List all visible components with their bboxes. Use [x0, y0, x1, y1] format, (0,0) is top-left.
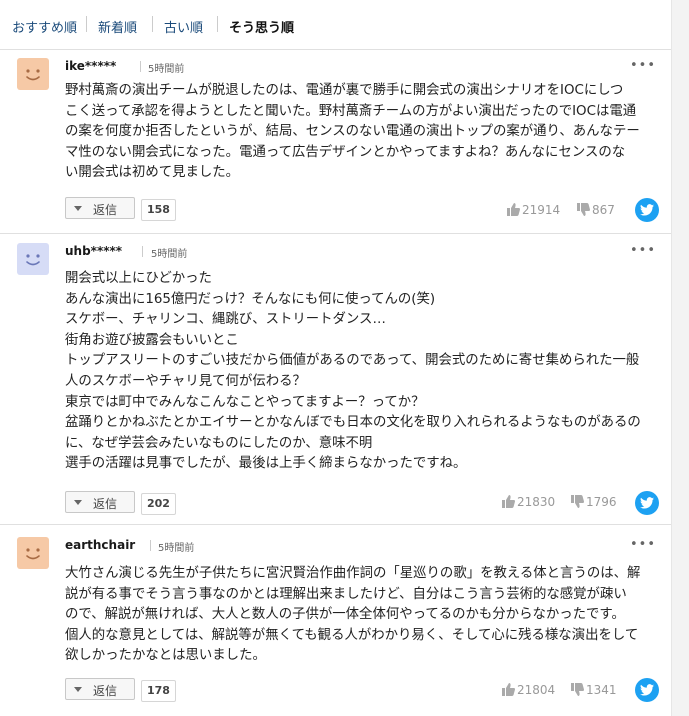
comment-line: い開会式は初めて見ました。: [65, 165, 240, 181]
reply-count: 158: [141, 199, 176, 221]
comment-item: uhb***** 5時間前 ••• 開会式以上にひどかった あんな演出に165億…: [0, 235, 671, 525]
sort-separator: [217, 16, 218, 32]
like-button[interactable]: 21830: [502, 495, 562, 511]
twitter-share-button[interactable]: [635, 491, 659, 515]
username[interactable]: uhb*****: [65, 244, 122, 258]
reply-label: 返信: [93, 203, 118, 217]
comment-body: 大竹さん演じる先生が子供たちに宮沢賢治作曲作詞の「星巡りの歌」を教える体と言うの…: [65, 564, 665, 667]
timestamp: 5時間前: [148, 64, 185, 75]
meta-separator: [142, 246, 143, 257]
comment-body: 野村萬斎の演出チームが脱退したのは、電通が裏で勝手に開会式の演出シナリオをIOC…: [65, 81, 665, 184]
sort-bar: おすすめ順 新着順 古い順 そう思う順: [0, 0, 671, 50]
user-face-icon: [17, 537, 49, 569]
sort-tab-recommended[interactable]: おすすめ順: [12, 17, 77, 36]
dislike-button[interactable]: 1796: [571, 495, 627, 511]
comment-line: トップアスリートのすごい技だから価値があるのであって、開会式のために寄せ集められ…: [65, 353, 640, 369]
username[interactable]: earthchair: [65, 538, 135, 552]
thumbs-up-icon: [507, 203, 520, 216]
chevron-down-icon: [74, 500, 82, 505]
thumbs-up-icon: [502, 683, 515, 696]
twitter-bird-icon: [640, 204, 654, 216]
comment-line: 個人的な意見としては、解説等が無くても観る人がわかり易く、そして心に残る様な演出…: [65, 627, 639, 643]
chevron-down-icon: [74, 206, 82, 211]
user-face-icon: [17, 58, 49, 90]
comment-line: あんな演出に165億円だっけ？そんなにも何に使ってんの(笑): [65, 291, 436, 307]
reply-label: 返信: [93, 497, 118, 511]
comment-line: 説が有る事でそう言う事なのかとは理解出来ましたけど、自分はこう言う芸術的な感覚が…: [65, 586, 627, 602]
reply-button[interactable]: 返信: [65, 678, 135, 700]
timestamp: 5時間前: [158, 543, 195, 554]
reply-label: 返信: [93, 684, 118, 698]
comment-line: 盆踊りとかねぶたとかエイサーとかなんぼでも日本の文化を取り入れられるようなものが…: [65, 415, 641, 431]
comment-body: 開会式以上にひどかった あんな演出に165億円だっけ？そんなにも何に使ってんの(…: [65, 269, 665, 475]
comment-item: ike***** 5時間前 ••• 野村萬斎の演出チームが脱退したのは、電通が裏…: [0, 51, 671, 234]
comment-line: 開会式以上にひどかった: [65, 271, 212, 286]
twitter-bird-icon: [640, 497, 654, 509]
thumbs-down-icon: [577, 203, 590, 216]
avatar[interactable]: [17, 58, 49, 90]
like-count: 21804: [517, 683, 556, 697]
more-options-icon[interactable]: •••: [630, 243, 656, 258]
more-options-icon[interactable]: •••: [630, 58, 656, 73]
chevron-down-icon: [74, 687, 82, 692]
reply-button[interactable]: 返信: [65, 197, 135, 219]
comment-line: スケボー、チャリンコ、縄跳び、ストリートダンス…: [65, 312, 386, 328]
avatar[interactable]: [17, 537, 49, 569]
twitter-bird-icon: [640, 684, 654, 696]
comment-item: earthchair 5時間前 ••• 大竹さん演じる先生が子供たちに宮沢賢治作…: [0, 526, 671, 716]
scrollbar[interactable]: [671, 0, 689, 716]
comment-line: 大竹さん演じる先生が子供たちに宮沢賢治作曲作詞の「星巡りの歌」を教える体と言うの…: [65, 566, 641, 581]
more-options-icon[interactable]: •••: [630, 537, 656, 552]
timestamp: 5時間前: [151, 249, 188, 260]
sort-separator: [86, 16, 87, 32]
like-count: 21830: [517, 495, 556, 509]
comment-line: 欲しかったかなとは思いました。: [65, 648, 266, 664]
thumbs-down-icon: [571, 495, 584, 508]
comment-line: 東京では町中でみんなこんなことやってますよー？ってか？: [65, 394, 425, 410]
sort-separator: [152, 16, 153, 32]
sort-tab-newest[interactable]: 新着順: [98, 17, 137, 36]
comment-line: マ性のない開会式になった。電通って広告デザインとかやってますよね？あんなにセンス…: [65, 144, 626, 160]
comment-line: こく送って承認を得ようとしたと聞いた。野村萬斎チームの方がよい演出だったのでIO…: [65, 103, 637, 119]
comment-line: 選手の活躍は見事でしたが、最後は上手く締まらなかったですね。: [65, 456, 467, 472]
like-button[interactable]: 21804: [502, 683, 562, 699]
twitter-share-button[interactable]: [635, 198, 659, 222]
meta-separator: [150, 540, 151, 551]
comment-line: 野村萬斎の演出チームが脱退したのは、電通が裏で勝手に開会式の演出シナリオをIOC…: [65, 83, 624, 98]
reply-button[interactable]: 返信: [65, 491, 135, 513]
twitter-share-button[interactable]: [635, 678, 659, 702]
username[interactable]: ike*****: [65, 59, 116, 73]
dislike-count: 1341: [586, 683, 617, 697]
user-face-icon: [17, 243, 49, 275]
like-count: 21914: [522, 203, 561, 217]
dislike-button[interactable]: 867: [577, 203, 627, 219]
reply-count: 202: [141, 493, 176, 515]
dislike-button[interactable]: 1341: [571, 683, 627, 699]
reply-count: 178: [141, 680, 176, 702]
dislike-count: 1796: [586, 495, 617, 509]
thumbs-down-icon: [571, 683, 584, 696]
meta-separator: [140, 61, 141, 72]
like-button[interactable]: 21914: [507, 203, 567, 219]
thumbs-up-icon: [502, 495, 515, 508]
dislike-count: 867: [592, 203, 615, 217]
sort-tab-agree[interactable]: そう思う順: [229, 17, 294, 36]
sort-tab-oldest[interactable]: 古い順: [164, 17, 203, 36]
comment-line: 街角お遊び披露会もいいとこ: [65, 332, 239, 348]
comment-line: 人のスケボーやチャリ見て何が伝わる？: [65, 373, 306, 389]
comment-line: の案を何度か拒否したというが、結局、センスのない電通の演出トップの案が通り、あん…: [65, 124, 640, 140]
comment-line: ので、解説が無ければ、大人と数人の子供が一体全体何やってるのかも分からなかったで…: [65, 607, 625, 623]
comment-line: に、なぜ学芸会みたいなものにしたのか、意味不明: [65, 435, 373, 451]
avatar[interactable]: [17, 243, 49, 275]
